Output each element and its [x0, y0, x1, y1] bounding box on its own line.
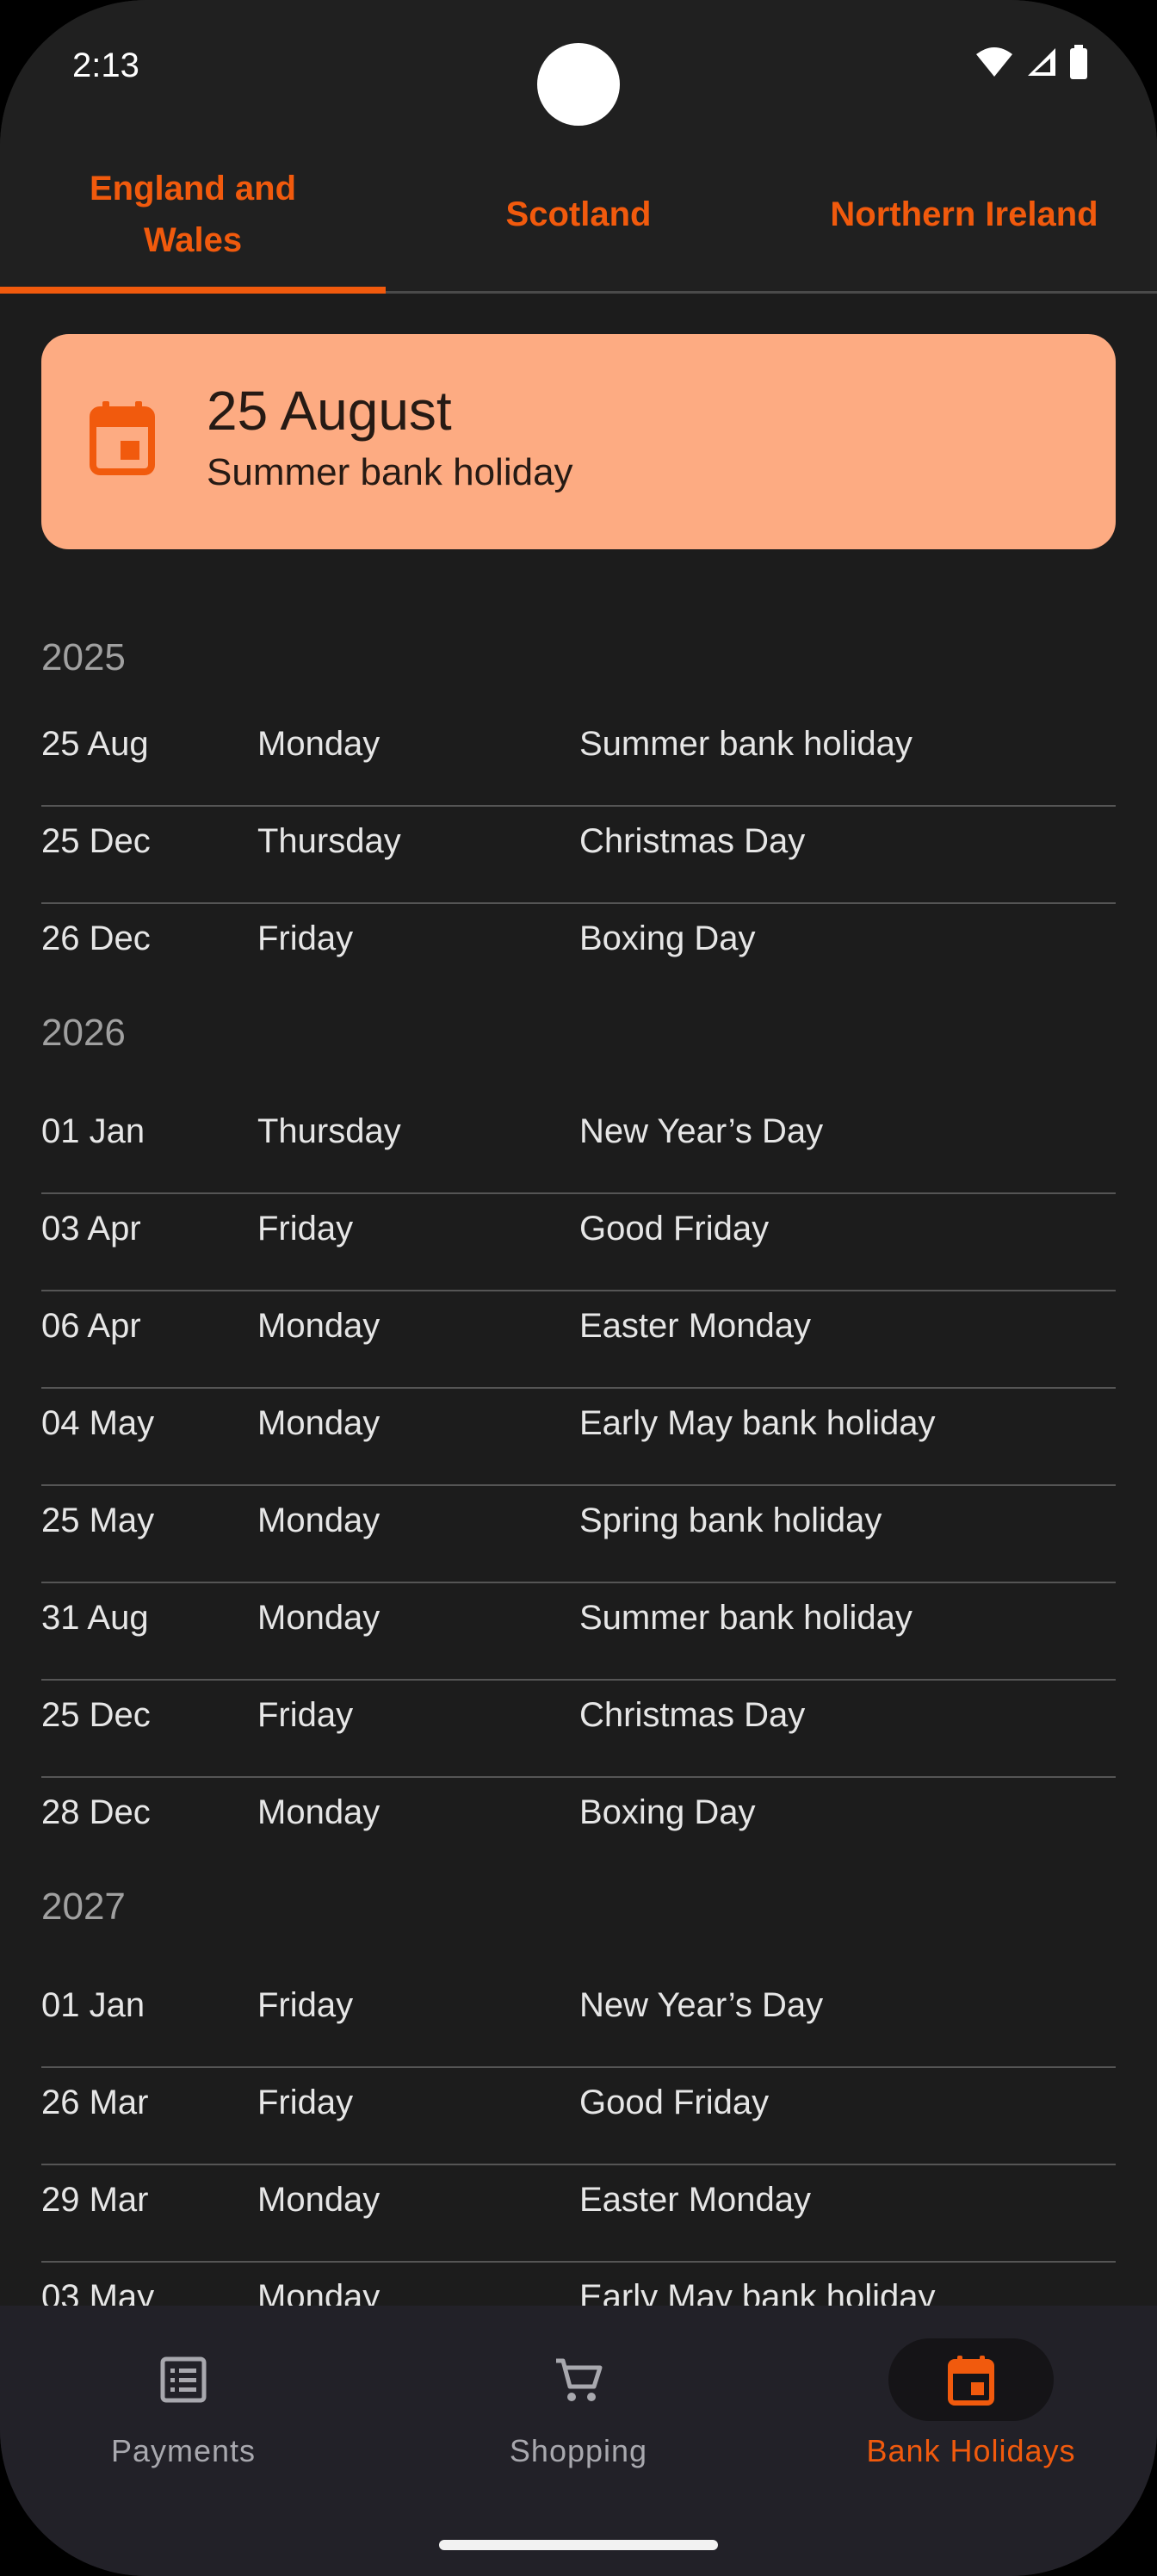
holiday-name: Summer bank holiday	[579, 1599, 913, 1637]
holiday-row: 06 Apr Monday Easter Monday	[41, 1291, 1116, 1389]
holiday-name: Good Friday	[579, 1210, 770, 1248]
tab-label: Scotland	[505, 195, 652, 233]
holiday-row: 29 Mar Monday Easter Monday	[41, 2165, 1116, 2263]
tab-northern-ireland[interactable]: Northern Ireland	[771, 138, 1157, 291]
holiday-row: 25 Dec Thursday Christmas Day	[41, 807, 1116, 904]
holiday-date: 06 Apr	[41, 1307, 141, 1345]
holiday-date: 03 Apr	[41, 1210, 141, 1248]
holiday-name: New Year’s Day	[579, 1112, 824, 1150]
status-time: 2:13	[72, 46, 139, 84]
holiday-weekday: Monday	[257, 1502, 381, 1539]
holiday-weekday: Monday	[257, 1404, 381, 1442]
bottom-navigation: Payments Shopping Bank Holidays	[0, 2306, 1157, 2576]
home-indicator[interactable]	[439, 2540, 718, 2550]
holiday-date: 01 Jan	[41, 1986, 145, 2024]
holiday-name: Boxing Day	[579, 920, 756, 957]
holiday-name: Spring bank holiday	[579, 1502, 882, 1539]
calendar-icon	[90, 401, 155, 475]
holiday-row: 03 Apr Friday Good Friday	[41, 1194, 1116, 1291]
holiday-row: 01 Jan Thursday New Year’s Day	[41, 1097, 1116, 1194]
holiday-name: Easter Monday	[579, 1307, 812, 1345]
year-heading: 2027	[41, 1886, 126, 1928]
wifi-icon	[976, 47, 1012, 77]
receipt-list-icon	[160, 2356, 207, 2403]
holiday-date: 28 Dec	[41, 1793, 151, 1831]
shopping-cart-icon	[556, 2358, 603, 2401]
next-holiday-card: 25 August Summer bank holiday	[41, 334, 1116, 549]
nav-bank-holidays[interactable]: Bank Holidays	[778, 2306, 1157, 2495]
nav-label: Shopping	[509, 2433, 648, 2468]
tab-label: Northern Ireland	[830, 195, 1098, 233]
holiday-row: 25 Aug Monday Summer bank holiday	[41, 709, 1116, 807]
nav-shopping[interactable]: Shopping	[386, 2306, 771, 2495]
tab-scotland[interactable]: Scotland	[386, 138, 771, 291]
holiday-weekday: Thursday	[257, 1112, 401, 1150]
holiday-weekday: Monday	[257, 2181, 381, 2219]
holiday-date: 01 Jan	[41, 1112, 145, 1150]
year-heading: 2025	[41, 636, 126, 678]
status-icons	[974, 45, 1088, 79]
holiday-weekday: Monday	[257, 725, 381, 763]
holiday-name: Christmas Day	[579, 1696, 806, 1734]
signal-icon	[1028, 48, 1055, 76]
calendar-icon	[948, 2356, 994, 2406]
nav-label: Bank Holidays	[866, 2433, 1076, 2468]
holiday-row: 31 Aug Monday Summer bank holiday	[41, 1583, 1116, 1681]
region-tabs: England and Wales Scotland Northern Irel…	[0, 138, 1157, 294]
holiday-name: Good Friday	[579, 2084, 770, 2121]
front-camera	[537, 43, 620, 126]
tab-england-and-wales[interactable]: England and Wales	[0, 138, 386, 291]
holiday-row: 25 Dec Friday Christmas Day	[41, 1681, 1116, 1778]
nav-label: Payments	[110, 2433, 257, 2468]
holiday-name: New Year’s Day	[579, 1986, 824, 2024]
holiday-row: 26 Mar Friday Good Friday	[41, 2068, 1116, 2165]
holiday-row: 01 Jan Friday New Year’s Day	[41, 1971, 1116, 2068]
holiday-date: 26 Dec	[41, 920, 151, 957]
next-holiday-name: Summer bank holiday	[207, 451, 573, 493]
holiday-row: 04 May Monday Early May bank holiday	[41, 1389, 1116, 1486]
holiday-weekday: Friday	[257, 1210, 354, 1248]
tab-label: England and Wales	[90, 170, 296, 259]
selected-tab-indicator	[0, 287, 386, 294]
year-heading: 2026	[41, 1012, 126, 1054]
holiday-row: 26 Dec Friday Boxing Day	[41, 904, 1116, 1000]
holiday-weekday: Thursday	[257, 822, 401, 860]
holiday-weekday: Friday	[257, 1696, 354, 1734]
holiday-weekday: Monday	[257, 1793, 381, 1831]
holiday-name: Boxing Day	[579, 1793, 756, 1831]
holiday-name: Summer bank holiday	[579, 725, 913, 763]
battery-icon	[1070, 45, 1087, 79]
holiday-date: 29 Mar	[41, 2181, 149, 2219]
holiday-date: 25 Dec	[41, 822, 151, 860]
holiday-date: 25 Dec	[41, 1696, 151, 1734]
holiday-weekday: Friday	[257, 920, 354, 957]
holiday-list[interactable]: 2025 25 Aug Monday Summer bank holiday 2…	[41, 629, 1116, 2360]
holiday-date: 25 Aug	[41, 725, 149, 763]
status-bar: 2:13	[0, 0, 1157, 138]
holiday-weekday: Monday	[257, 1599, 381, 1637]
holiday-date: 31 Aug	[41, 1599, 149, 1637]
holiday-weekday: Monday	[257, 1307, 381, 1345]
holiday-weekday: Friday	[257, 2084, 354, 2121]
phone-screen: 2:13 England and Wales Scotland Northern…	[0, 0, 1157, 2576]
holiday-date: 04 May	[41, 1404, 155, 1442]
holiday-row: 25 May Monday Spring bank holiday	[41, 1486, 1116, 1583]
holiday-name: Christmas Day	[579, 822, 806, 860]
holiday-weekday: Friday	[257, 1986, 354, 2024]
holiday-row: 28 Dec Monday Boxing Day	[41, 1778, 1116, 1874]
holiday-date: 25 May	[41, 1502, 155, 1539]
holiday-name: Early May bank holiday	[579, 1404, 936, 1442]
nav-payments[interactable]: Payments	[0, 2306, 376, 2495]
next-holiday-date: 25 August	[207, 380, 452, 442]
holiday-name: Easter Monday	[579, 2181, 812, 2219]
holiday-date: 26 Mar	[41, 2084, 149, 2121]
